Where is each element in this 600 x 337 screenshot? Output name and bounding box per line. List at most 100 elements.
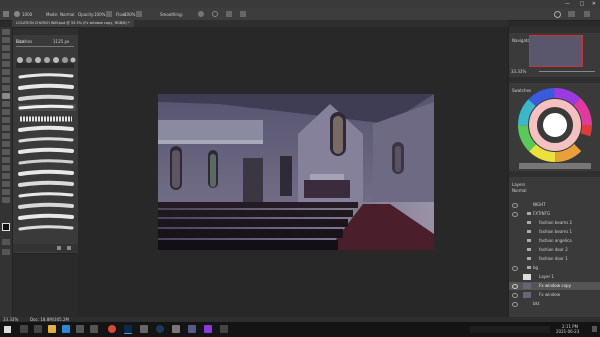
close-button[interactable]: ✕ (592, 1, 596, 7)
history-brush-tool-icon[interactable] (2, 109, 10, 115)
flow-input[interactable]: 100% (124, 12, 135, 17)
layer-name: Layer 1 (539, 274, 554, 279)
photoshop-taskbar-icon[interactable] (124, 325, 132, 334)
app-icon[interactable] (204, 325, 212, 333)
eye-icon[interactable] (512, 284, 518, 289)
brush-list[interactable] (16, 71, 76, 241)
stamp-tool-icon[interactable] (2, 101, 10, 107)
folder-icon (527, 266, 531, 269)
maximize-button[interactable]: □ (579, 1, 584, 7)
mail-icon[interactable] (76, 325, 84, 333)
eye-icon[interactable] (512, 266, 518, 271)
pressure-size-icon[interactable] (226, 11, 232, 17)
eye-icon[interactable] (512, 203, 518, 208)
notification-icon[interactable] (592, 326, 597, 332)
brushes-panel-header: Brushes (13, 28, 79, 44)
windows-start-icon[interactable] (4, 326, 11, 333)
canvas-workspace[interactable] (78, 27, 508, 317)
system-tray[interactable] (470, 326, 550, 333)
angle-icon[interactable] (212, 11, 218, 17)
app-icon[interactable] (172, 325, 180, 333)
brush-size-slider[interactable] (16, 46, 74, 47)
file-explorer-icon[interactable] (48, 325, 56, 333)
layer-row[interactable]: bkt (509, 300, 600, 308)
layers-title: Layers (512, 182, 526, 187)
layer-row[interactable]: bg (509, 264, 600, 272)
frame-tool-icon[interactable] (2, 69, 10, 75)
blur-tool-icon[interactable] (2, 133, 10, 139)
taskbar-date[interactable]: 2021-06-23 (556, 329, 579, 334)
layer-blend-mode-select[interactable]: Normal (512, 188, 526, 193)
document-tab[interactable]: LOCATION CHURCH WAY.psd @ 33.3% (Fx wind… (12, 20, 134, 27)
foreground-color-swatch[interactable] (2, 223, 10, 231)
share-icon[interactable] (584, 11, 590, 17)
gradient-tool-icon[interactable] (2, 125, 10, 131)
mode-select[interactable]: Normal (60, 12, 74, 17)
search-icon[interactable] (554, 11, 561, 18)
lasso-tool-icon[interactable] (2, 45, 10, 51)
layer-row[interactable]: fashion beams 1 (509, 228, 600, 236)
marquee-tool-icon[interactable] (2, 37, 10, 43)
airbrush-icon[interactable] (136, 11, 142, 17)
document-canvas[interactable] (158, 94, 434, 250)
crop-tool-icon[interactable] (2, 61, 10, 67)
eraser-tool-icon[interactable] (2, 117, 10, 123)
move-tool-icon[interactable] (2, 29, 10, 35)
eye-icon[interactable] (512, 302, 518, 307)
edge-browser-icon[interactable] (62, 325, 70, 333)
app-icon[interactable] (220, 325, 228, 333)
steam-icon[interactable] (156, 325, 164, 333)
layer-row-selected[interactable]: Fx window copy (509, 282, 600, 290)
brush-size-field[interactable]: 1125 px (53, 39, 69, 44)
search-taskbar-icon[interactable] (20, 325, 28, 333)
layer-row[interactable]: fashion beams 2 (509, 219, 600, 227)
brush-size-value[interactable]: 1000 (22, 12, 32, 17)
magic-wand-tool-icon[interactable] (2, 53, 10, 59)
type-tool-icon[interactable] (2, 157, 10, 163)
quick-mask-icon[interactable] (2, 239, 10, 245)
layer-name: fashion door 1 (539, 256, 568, 261)
app-icon[interactable] (188, 325, 196, 333)
layer-row[interactable]: Layer 1 (509, 273, 600, 281)
minimize-button[interactable]: — (565, 1, 570, 7)
brush-tool-active-icon[interactable] (2, 93, 10, 99)
chrome-icon[interactable] (108, 325, 116, 333)
symmetry-icon[interactable] (240, 11, 246, 17)
new-brush-icon[interactable] (57, 246, 61, 250)
app-icon[interactable] (140, 325, 148, 333)
screen-mode-icon[interactable] (2, 249, 10, 255)
home-icon[interactable] (3, 11, 9, 17)
eye-icon[interactable] (512, 212, 518, 217)
dodge-tool-icon[interactable] (2, 141, 10, 147)
healing-tool-icon[interactable] (2, 85, 10, 91)
navigator-thumbnail[interactable] (529, 35, 583, 67)
store-icon[interactable] (90, 325, 98, 333)
pen-tool-icon[interactable] (2, 149, 10, 155)
navigator-zoom-slider[interactable] (539, 71, 595, 72)
layer-name: Fx window (539, 292, 561, 297)
layer-row[interactable]: Fx window (509, 291, 600, 299)
path-selection-tool-icon[interactable] (2, 165, 10, 171)
shape-tool-icon[interactable] (2, 173, 10, 179)
layer-row[interactable]: fashion door 1 (509, 255, 600, 263)
brush-tool-icon[interactable] (14, 11, 20, 17)
layer-row[interactable]: FXTINTG (509, 210, 600, 218)
task-view-icon[interactable] (34, 325, 42, 333)
layer-row[interactable]: fashion door 2 (509, 246, 600, 254)
zoom-tool-icon[interactable] (2, 189, 10, 195)
eyedropper-tool-icon[interactable] (2, 77, 10, 83)
eye-icon[interactable] (512, 293, 518, 298)
navigator-zoom-field[interactable]: 33.33% (511, 69, 526, 74)
brush-search-field[interactable] (16, 63, 74, 68)
layer-row[interactable]: NIGHT (509, 201, 600, 209)
settings-gear-icon[interactable] (198, 11, 204, 17)
opacity-input[interactable]: 100% (94, 12, 105, 17)
layers-header: Layers (509, 171, 600, 187)
delete-brush-icon[interactable] (67, 246, 71, 250)
pressure-opacity-icon[interactable] (106, 11, 112, 17)
hand-tool-icon[interactable] (2, 181, 10, 187)
more-tools-icon[interactable] (2, 197, 10, 203)
layer-name: fashion door 2 (539, 247, 568, 252)
layer-row[interactable]: fashion angelica (509, 237, 600, 245)
workspace-icon[interactable] (568, 11, 575, 17)
